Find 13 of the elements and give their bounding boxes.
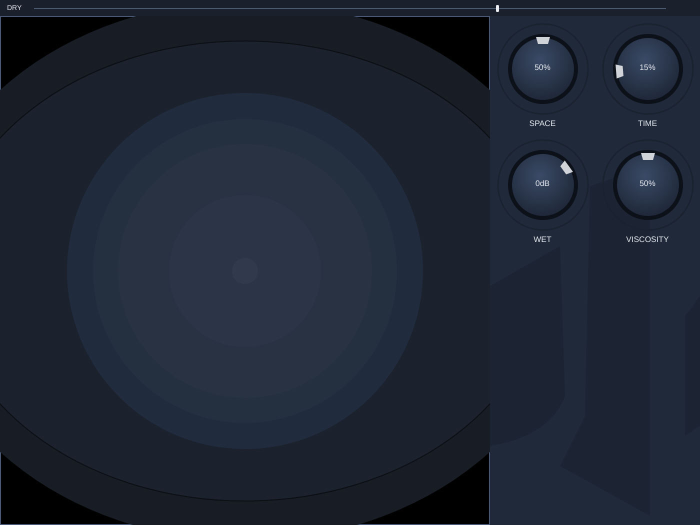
rotary-knob[interactable]: 0dB	[496, 138, 590, 232]
knob-label: SPACE	[529, 119, 556, 128]
knob-label: TIME	[638, 119, 658, 128]
knob-label: WET	[534, 235, 552, 244]
slider-thumb[interactable]	[496, 4, 499, 12]
knob-value: 0dB	[534, 179, 551, 188]
knob-value: 50%	[638, 179, 656, 188]
knob-value: 50%	[533, 63, 552, 72]
knob-value: 15%	[638, 63, 656, 72]
rotary-knob[interactable]: 50%	[600, 138, 694, 232]
rotary-knob[interactable]: 15%	[600, 22, 694, 116]
knob-label: VISCOSITY	[626, 235, 669, 244]
rotary-knob[interactable]: 50%	[496, 22, 590, 116]
